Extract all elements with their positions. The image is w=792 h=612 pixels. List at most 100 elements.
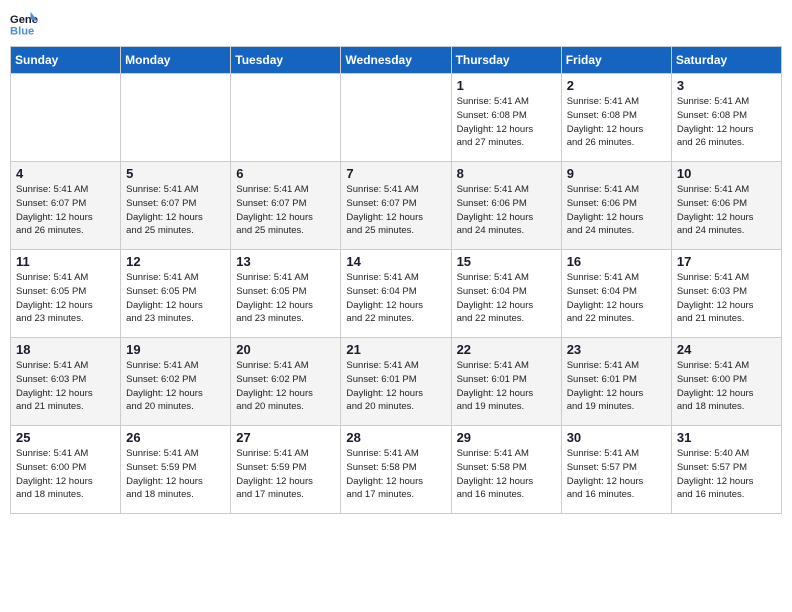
calendar-cell: 22 Sunrise: 5:41 AM Sunset: 6:01 PM Dayli… [451, 338, 561, 426]
day-info: Sunrise: 5:41 AM Sunset: 6:02 PM Dayligh… [236, 359, 335, 414]
calendar-cell: 1Sunrise: 5:41 AM Sunset: 6:08 PM Daylig… [451, 74, 561, 162]
calendar-cell: 5 Sunrise: 5:41 AM Sunset: 6:07 PM Daylig… [121, 162, 231, 250]
calendar-header-row: SundayMondayTuesdayWednesdayThursdayFrid… [11, 47, 782, 74]
day-number: 14 [346, 254, 445, 269]
calendar-cell: 15 Sunrise: 5:41 AM Sunset: 6:04 PM Dayli… [451, 250, 561, 338]
calendar-cell [341, 74, 451, 162]
day-number: 4 [16, 166, 115, 181]
day-info: Sunrise: 5:41 AM Sunset: 5:59 PM Dayligh… [236, 447, 335, 502]
day-info: Sunrise: 5:40 AM Sunset: 5:57 PM Dayligh… [677, 447, 776, 502]
day-info: Sunrise: 5:41 AM Sunset: 6:05 PM Dayligh… [236, 271, 335, 326]
day-number: 23 [567, 342, 666, 357]
day-number: 22 [457, 342, 556, 357]
calendar-cell: 12 Sunrise: 5:41 AM Sunset: 6:05 PM Dayli… [121, 250, 231, 338]
calendar-cell: 10 Sunrise: 5:41 AM Sunset: 6:06 PM Dayli… [671, 162, 781, 250]
calendar-cell: 30 Sunrise: 5:41 AM Sunset: 5:57 PM Dayli… [561, 426, 671, 514]
day-number: 5 [126, 166, 225, 181]
day-number: 8 [457, 166, 556, 181]
calendar-week-row: 11 Sunrise: 5:41 AM Sunset: 6:05 PM Dayli… [11, 250, 782, 338]
calendar-cell: 6 Sunrise: 5:41 AM Sunset: 6:07 PM Daylig… [231, 162, 341, 250]
day-info: Sunrise: 5:41 AM Sunset: 6:05 PM Dayligh… [16, 271, 115, 326]
calendar-cell: 21 Sunrise: 5:41 AM Sunset: 6:01 PM Dayli… [341, 338, 451, 426]
day-info: Sunrise: 5:41 AM Sunset: 6:00 PM Dayligh… [16, 447, 115, 502]
day-number: 10 [677, 166, 776, 181]
page-header: General Blue [10, 10, 782, 38]
calendar-cell: 7 Sunrise: 5:41 AM Sunset: 6:07 PM Daylig… [341, 162, 451, 250]
day-info: Sunrise: 5:41 AM Sunset: 6:01 PM Dayligh… [567, 359, 666, 414]
weekday-header: Saturday [671, 47, 781, 74]
day-number: 16 [567, 254, 666, 269]
day-info: Sunrise: 5:41 AM Sunset: 6:07 PM Dayligh… [346, 183, 445, 238]
calendar-cell: 4 Sunrise: 5:41 AM Sunset: 6:07 PM Daylig… [11, 162, 121, 250]
day-number: 21 [346, 342, 445, 357]
day-number: 26 [126, 430, 225, 445]
day-number: 27 [236, 430, 335, 445]
day-number: 18 [16, 342, 115, 357]
calendar-cell: 24 Sunrise: 5:41 AM Sunset: 6:00 PM Dayli… [671, 338, 781, 426]
day-number: 9 [567, 166, 666, 181]
calendar-cell [121, 74, 231, 162]
day-info: Sunrise: 5:41 AM Sunset: 6:05 PM Dayligh… [126, 271, 225, 326]
day-info: Sunrise: 5:41 AM Sunset: 5:58 PM Dayligh… [346, 447, 445, 502]
calendar-cell [231, 74, 341, 162]
day-number: 25 [16, 430, 115, 445]
logo: General Blue [10, 10, 42, 38]
calendar-cell: 16 Sunrise: 5:41 AM Sunset: 6:04 PM Dayli… [561, 250, 671, 338]
day-number: 31 [677, 430, 776, 445]
day-number: 30 [567, 430, 666, 445]
day-info: Sunrise: 5:41 AM Sunset: 6:04 PM Dayligh… [346, 271, 445, 326]
weekday-header: Monday [121, 47, 231, 74]
day-number: 13 [236, 254, 335, 269]
day-info: Sunrise: 5:41 AM Sunset: 6:03 PM Dayligh… [677, 271, 776, 326]
calendar-cell: 26 Sunrise: 5:41 AM Sunset: 5:59 PM Dayli… [121, 426, 231, 514]
day-info: Sunrise: 5:41 AM Sunset: 6:04 PM Dayligh… [457, 271, 556, 326]
day-number: 6 [236, 166, 335, 181]
day-info: Sunrise: 5:41 AM Sunset: 6:06 PM Dayligh… [677, 183, 776, 238]
svg-text:Blue: Blue [10, 25, 34, 37]
day-number: 2 [567, 78, 666, 93]
calendar-week-row: 4 Sunrise: 5:41 AM Sunset: 6:07 PM Daylig… [11, 162, 782, 250]
calendar-cell: 18 Sunrise: 5:41 AM Sunset: 6:03 PM Dayli… [11, 338, 121, 426]
day-info: Sunrise: 5:41 AM Sunset: 6:06 PM Dayligh… [457, 183, 556, 238]
day-info: Sunrise: 5:41 AM Sunset: 5:57 PM Dayligh… [567, 447, 666, 502]
day-info: Sunrise: 5:41 AM Sunset: 5:59 PM Dayligh… [126, 447, 225, 502]
day-number: 29 [457, 430, 556, 445]
calendar-week-row: 25 Sunrise: 5:41 AM Sunset: 6:00 PM Dayli… [11, 426, 782, 514]
day-info: Sunrise: 5:41 AM Sunset: 6:03 PM Dayligh… [16, 359, 115, 414]
calendar-cell: 14 Sunrise: 5:41 AM Sunset: 6:04 PM Dayli… [341, 250, 451, 338]
calendar-week-row: 1Sunrise: 5:41 AM Sunset: 6:08 PM Daylig… [11, 74, 782, 162]
day-info: Sunrise: 5:41 AM Sunset: 6:04 PM Dayligh… [567, 271, 666, 326]
calendar-cell: 2 Sunrise: 5:41 AM Sunset: 6:08 PM Daylig… [561, 74, 671, 162]
day-number: 20 [236, 342, 335, 357]
day-info: Sunrise: 5:41 AM Sunset: 6:08 PM Dayligh… [567, 95, 666, 150]
day-number: 11 [16, 254, 115, 269]
day-info: Sunrise: 5:41 AM Sunset: 6:01 PM Dayligh… [457, 359, 556, 414]
calendar-cell: 23 Sunrise: 5:41 AM Sunset: 6:01 PM Dayli… [561, 338, 671, 426]
day-number: 7 [346, 166, 445, 181]
day-info: Sunrise: 5:41 AM Sunset: 6:07 PM Dayligh… [236, 183, 335, 238]
weekday-header: Tuesday [231, 47, 341, 74]
weekday-header: Thursday [451, 47, 561, 74]
calendar-cell: 27 Sunrise: 5:41 AM Sunset: 5:59 PM Dayli… [231, 426, 341, 514]
calendar-cell: 28 Sunrise: 5:41 AM Sunset: 5:58 PM Dayli… [341, 426, 451, 514]
weekday-header: Friday [561, 47, 671, 74]
calendar-cell: 3 Sunrise: 5:41 AM Sunset: 6:08 PM Daylig… [671, 74, 781, 162]
day-info: Sunrise: 5:41 AM Sunset: 6:08 PM Dayligh… [677, 95, 776, 150]
day-number: 24 [677, 342, 776, 357]
calendar-cell: 9Sunrise: 5:41 AM Sunset: 6:06 PM Daylig… [561, 162, 671, 250]
day-info: Sunrise: 5:41 AM Sunset: 6:01 PM Dayligh… [346, 359, 445, 414]
calendar-cell: 25 Sunrise: 5:41 AM Sunset: 6:00 PM Dayli… [11, 426, 121, 514]
day-info: Sunrise: 5:41 AM Sunset: 6:07 PM Dayligh… [16, 183, 115, 238]
weekday-header: Sunday [11, 47, 121, 74]
day-number: 19 [126, 342, 225, 357]
day-number: 12 [126, 254, 225, 269]
day-number: 3 [677, 78, 776, 93]
calendar-table: SundayMondayTuesdayWednesdayThursdayFrid… [10, 46, 782, 514]
day-number: 28 [346, 430, 445, 445]
day-number: 15 [457, 254, 556, 269]
day-info: Sunrise: 5:41 AM Sunset: 6:07 PM Dayligh… [126, 183, 225, 238]
weekday-header: Wednesday [341, 47, 451, 74]
calendar-cell: 20 Sunrise: 5:41 AM Sunset: 6:02 PM Dayli… [231, 338, 341, 426]
calendar-cell: 11 Sunrise: 5:41 AM Sunset: 6:05 PM Dayli… [11, 250, 121, 338]
day-info: Sunrise: 5:41 AM Sunset: 6:00 PM Dayligh… [677, 359, 776, 414]
